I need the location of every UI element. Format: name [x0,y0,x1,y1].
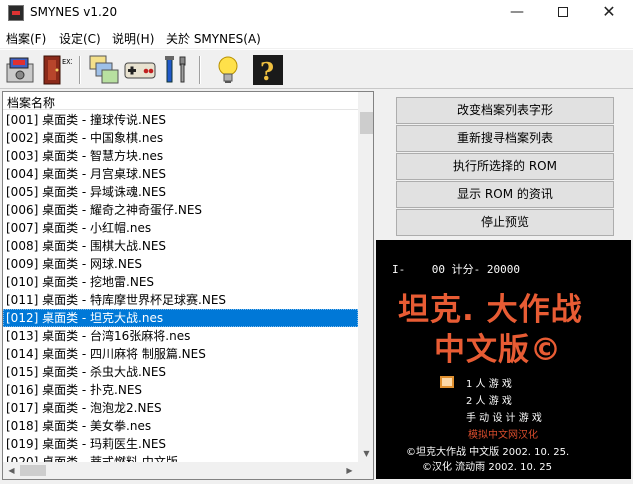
list-item[interactable]: [008] 桌面类 - 围棋大战.NES [3,237,358,255]
preview-option-construct: 手 动 设 计 游 戏 [466,413,542,424]
list-item[interactable]: [010] 桌面类 - 挖地雷.NES [3,273,358,291]
lightbulb-icon [218,56,238,83]
menu-help[interactable]: 说明(H) [112,30,154,47]
window-title: SMYNES v1.20 [30,5,118,19]
list-item[interactable]: [012] 桌面类 - 坦克大战.nes [3,309,358,327]
toolbar-separator [199,56,201,84]
menu-settings[interactable]: 设定(C) [59,30,101,47]
preview-footer-2: ©汉化 流动雨 2002. 10. 25 [422,462,552,473]
preview-score-line: I- 00 计分- 20000 [392,263,520,276]
list-item[interactable]: [011] 桌面类 - 特库摩世界杯足球赛.NES [3,291,358,309]
horizontal-scrollbar[interactable]: ◀ ▶ [3,462,358,479]
horizontal-scroll-thumb[interactable] [20,465,46,476]
list-item[interactable]: [004] 桌面类 - 月宫桌球.NES [3,165,358,183]
list-item[interactable]: [017] 桌面类 - 泡泡龙2.NES [3,399,358,417]
maximize-button[interactable] [540,0,586,26]
list-item[interactable]: [016] 桌面类 - 扑克.NES [3,381,358,399]
list-item[interactable]: [018] 桌面类 - 美女拳.nes [3,417,358,435]
svg-text:?: ? [260,57,274,86]
scroll-corner [358,462,373,479]
title-bar: SMYNES v1.20 — ✕ [0,0,633,26]
rom-list[interactable]: 档案名称 [001] 桌面类 - 撞球传说.NES [002] 桌面类 - 中国象… [2,91,374,480]
rom-rows: [001] 桌面类 - 撞球传说.NES [002] 桌面类 - 中国象棋.nes… [3,111,358,463]
list-item[interactable]: [019] 桌面类 - 玛莉医生.NES [3,435,358,453]
rom-list-icon [89,55,119,84]
open-rom-icon [6,57,34,83]
preview-option-1p: 1 人 游 戏 [466,379,512,390]
tank-cursor-icon [440,376,454,388]
list-item[interactable]: [001] 桌面类 - 撞球传说.NES [3,111,358,129]
list-header[interactable]: 档案名称 [3,92,373,110]
run-rom-button[interactable]: 执行所选择的 ROM [396,153,614,180]
list-item[interactable]: [013] 桌面类 - 台湾16张麻将.nes [3,327,358,345]
list-item[interactable]: [006] 桌面类 - 耀奇之神奇蛋仔.NES [3,201,358,219]
tips-button[interactable] [212,54,244,86]
tools-button[interactable] [160,54,192,86]
controller-settings-button[interactable] [124,54,156,86]
rom-info-button[interactable]: 显示 ROM 的资讯 [396,181,614,208]
toolbar-separator [79,56,81,84]
change-list-font-button[interactable]: 改变档案列表字形 [396,97,614,124]
maximize-icon [558,7,568,17]
svg-text:EXIT: EXIT [62,58,72,66]
column-header-filename[interactable]: 档案名称 [7,94,55,111]
list-item[interactable]: [014] 桌面类 - 四川麻将 制服篇.NES [3,345,358,363]
list-item[interactable]: [002] 桌面类 - 中国象棋.nes [3,129,358,147]
scroll-down-arrow-icon[interactable]: ▼ [358,445,373,462]
exit-icon: EXIT [43,55,80,85]
rom-list-button[interactable] [88,54,120,86]
vertical-scroll-thumb[interactable] [360,112,373,134]
list-item[interactable]: [007] 桌面类 - 小红帽.nes [3,219,358,237]
help-icon: ? [253,55,283,86]
list-item[interactable]: [003] 桌面类 - 智慧方块.nes [3,147,358,165]
scroll-left-arrow-icon[interactable]: ◀ [3,462,20,479]
open-rom-button[interactable] [4,54,36,86]
vertical-scrollbar[interactable]: ▼ [358,92,373,462]
stop-preview-button[interactable]: 停止预览 [396,209,614,236]
preview-footer-1: ©坦克大作战 中文版 2002. 10. 25. [406,447,570,458]
rescan-list-button[interactable]: 重新搜寻档案列表 [396,125,614,152]
list-item[interactable]: [005] 桌面类 - 异域诛魂.NES [3,183,358,201]
preview-credit: 模拟中文网汉化 [468,430,538,441]
exit-button[interactable]: EXIT [40,54,80,86]
menu-file[interactable]: 档案(F) [6,30,46,47]
toolbar: EXIT [0,49,633,89]
preview-game-title: 坦克. 大作战 [398,292,583,328]
tools-icon [165,56,186,83]
menu-bar: 档案(F) 设定(C) 说明(H) 关於 SMYNES(A) [0,26,633,48]
menu-about[interactable]: 关於 SMYNES(A) [166,30,261,47]
close-button[interactable]: ✕ [586,0,632,26]
rom-preview: I- 00 计分- 20000 坦克. 大作战 中文版© 1 人 游 戏 2 人… [376,240,631,479]
list-item[interactable]: [009] 桌面类 - 网球.NES [3,255,358,273]
help-button[interactable]: ? [252,54,284,86]
preview-option-2p: 2 人 游 戏 [466,396,512,407]
preview-game-subtitle: 中文版© [434,332,562,368]
list-item[interactable]: [015] 桌面类 - 杀虫大战.NES [3,363,358,381]
gamepad-icon [124,62,156,79]
minimize-button[interactable]: — [494,0,540,26]
app-icon [8,5,24,21]
scroll-right-arrow-icon[interactable]: ▶ [341,462,358,479]
